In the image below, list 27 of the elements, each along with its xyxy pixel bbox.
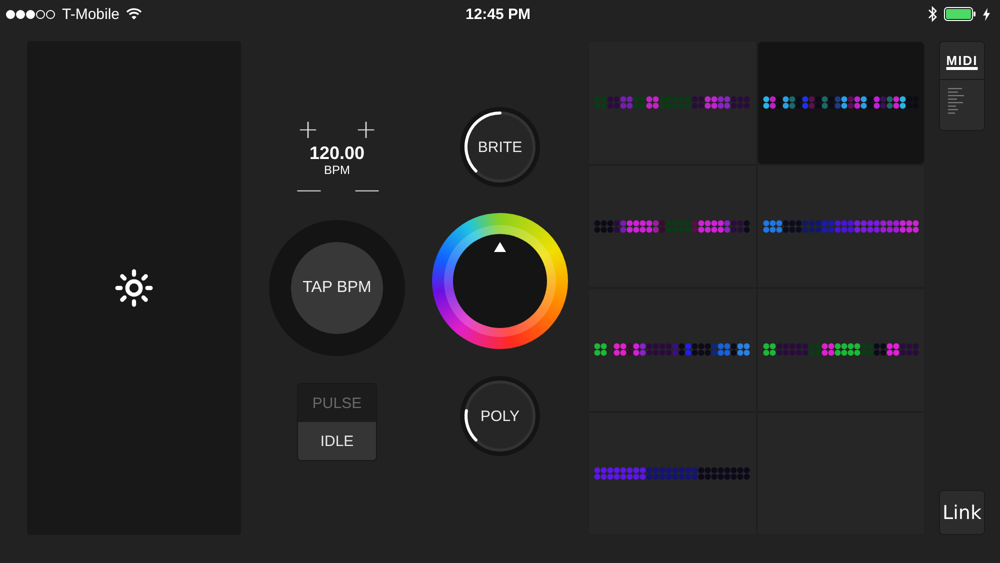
signal-icon	[6, 10, 56, 18]
battery-icon	[944, 7, 978, 21]
pattern-slot[interactable]	[756, 41, 925, 164]
charging-icon	[983, 8, 990, 20]
bluetooth-icon	[928, 6, 938, 22]
pattern-slot[interactable]	[588, 41, 756, 164]
knob[interactable]: BRITE	[460, 107, 540, 187]
bpm-unit: BPM	[324, 163, 350, 178]
pattern-slot[interactable]	[756, 288, 925, 412]
carrier-name: T-Mobile	[62, 6, 120, 22]
tap-bpm-button[interactable]: TAP BPM	[291, 242, 383, 334]
mode-button[interactable]: IDLE	[298, 422, 376, 460]
link-button[interactable]: Link	[939, 490, 985, 535]
pattern-slot[interactable]	[756, 164, 925, 288]
wifi-icon	[126, 8, 142, 20]
pattern-slot[interactable]	[588, 164, 756, 288]
sun-icon	[114, 268, 154, 308]
decrement-button[interactable]: —	[354, 180, 378, 200]
midi-button[interactable]: MIDI	[939, 41, 985, 131]
increment-button[interactable]: +	[354, 120, 378, 140]
clock-time: 12:45 PM	[465, 6, 531, 22]
knob[interactable]: POLY	[460, 376, 540, 456]
bpm-value: 120.00	[309, 143, 365, 163]
pointer-icon	[494, 242, 506, 252]
pattern-slot[interactable]	[588, 288, 756, 412]
increment-button[interactable]: +	[296, 120, 320, 140]
decrement-button[interactable]: —	[296, 180, 320, 200]
